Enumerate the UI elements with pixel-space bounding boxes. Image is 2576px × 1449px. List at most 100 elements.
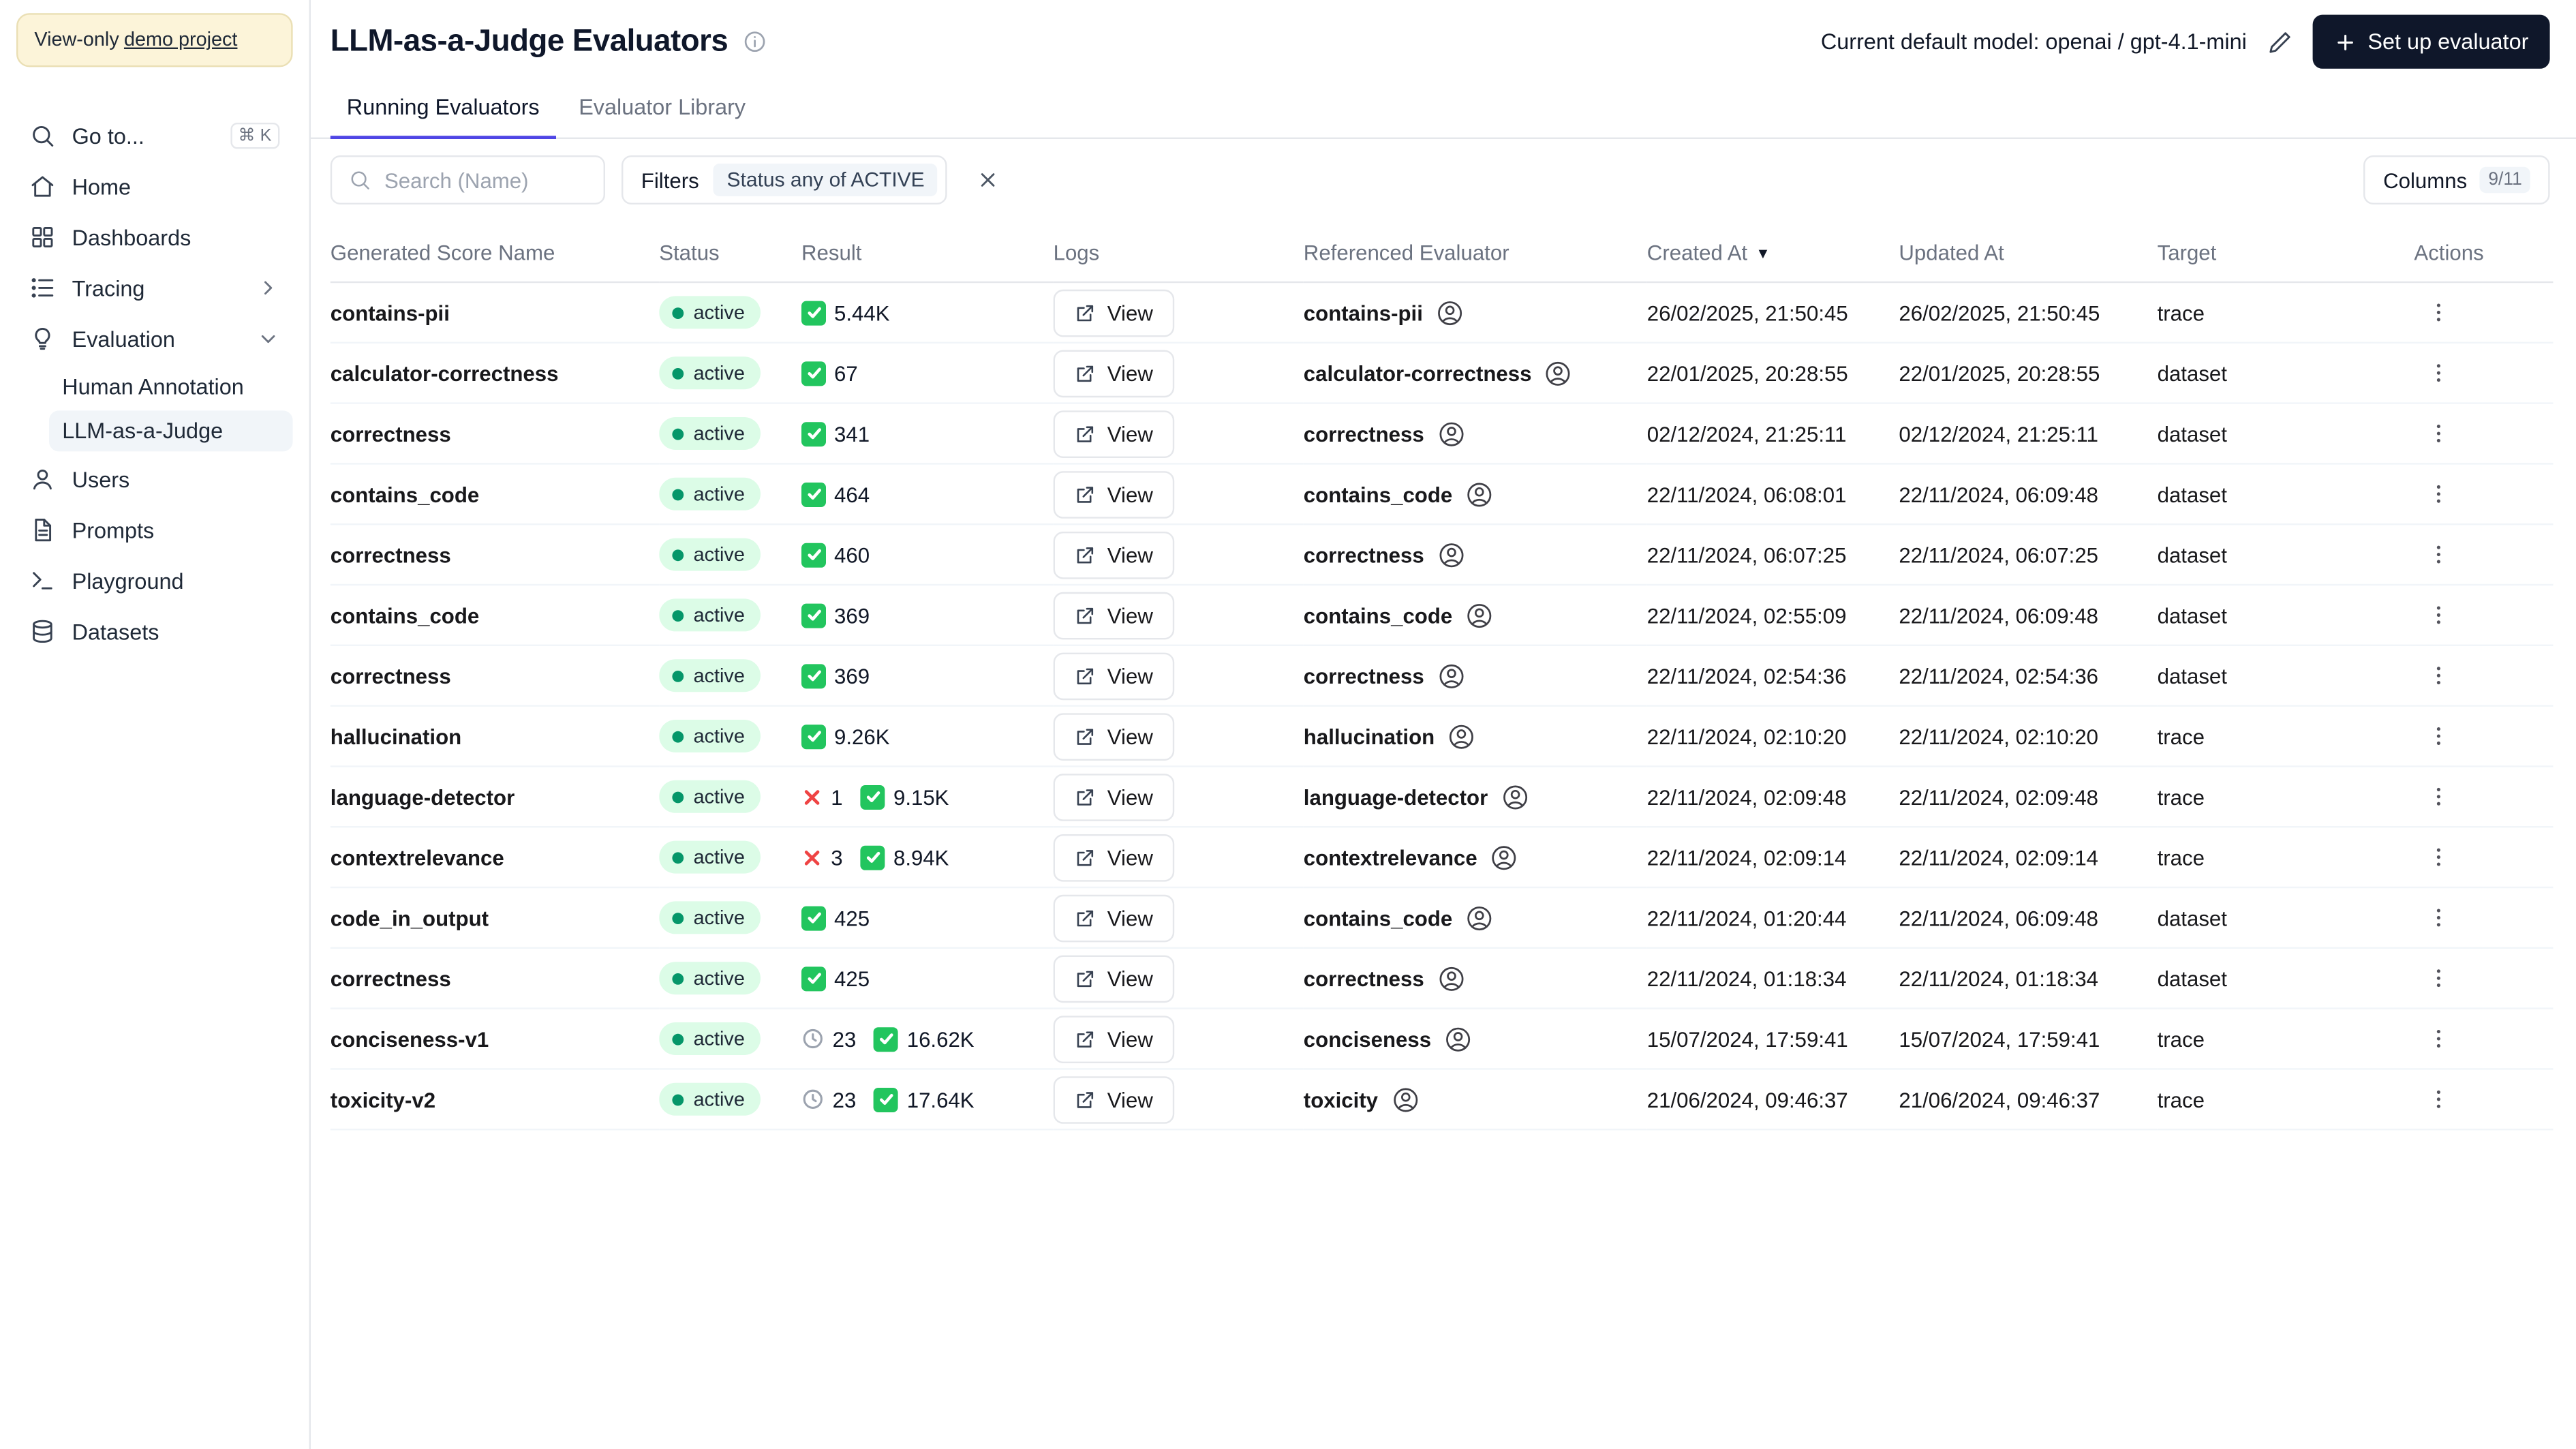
setup-evaluator-button[interactable]: Set up evaluator [2312, 14, 2550, 69]
view-logs-button[interactable]: View [1053, 712, 1175, 760]
view-logs-button[interactable]: View [1053, 410, 1175, 457]
result-pass: 9.26K [801, 724, 890, 748]
check-icon [801, 361, 826, 386]
sidebar-item-go-to[interactable]: Go to... ⌘ K [16, 113, 293, 159]
view-logs-button[interactable]: View [1053, 470, 1175, 518]
created-at: 22/01/2025, 20:28:55 [1646, 342, 1899, 404]
view-logs-button[interactable]: View [1053, 1015, 1175, 1063]
row-actions-button[interactable] [2417, 776, 2459, 818]
referenced-evaluator[interactable]: correctness [1304, 662, 1465, 690]
row-actions-button[interactable] [2417, 533, 2459, 575]
referenced-evaluator-name: calculator-correctness [1303, 361, 1532, 386]
external-link-icon [1075, 544, 1096, 565]
view-logs-button[interactable]: View [1053, 530, 1175, 579]
referenced-evaluator[interactable]: language-detector [1304, 782, 1529, 810]
column-header-result[interactable]: Result [801, 224, 1054, 284]
row-actions-button[interactable] [2417, 836, 2459, 878]
sidebar-item-playground[interactable]: Playground [16, 558, 293, 603]
row-actions-button[interactable] [2417, 1018, 2459, 1060]
view-logs-button[interactable]: View [1053, 1076, 1175, 1123]
result-count: 23 [832, 1086, 857, 1112]
search-input[interactable] [384, 168, 587, 192]
result-pass: 9.15K [860, 784, 949, 809]
sidebar-item-human-annotation[interactable]: Human Annotation [49, 367, 293, 408]
column-header-updated-at[interactable]: Updated At [1899, 224, 2158, 284]
referenced-evaluator[interactable]: conciseness [1304, 1025, 1472, 1053]
column-header-target[interactable]: Target [2157, 224, 2414, 284]
status-dot-icon [672, 912, 684, 924]
column-header-created-at[interactable]: Created At ▼ [1646, 224, 1899, 284]
referenced-evaluator[interactable]: calculator-correctness [1304, 359, 1573, 387]
clear-filters-button[interactable] [964, 155, 1013, 204]
referenced-evaluator[interactable]: toxicity [1304, 1085, 1419, 1113]
score-name: conciseness-v1 [330, 1008, 660, 1070]
kebab-icon [2425, 360, 2451, 386]
row-actions-button[interactable] [2417, 896, 2459, 939]
referenced-evaluator[interactable]: contains-pii [1304, 299, 1464, 326]
sidebar-item-users[interactable]: Users [16, 457, 293, 502]
table-row: correctness active 460 View correctness … [330, 524, 2554, 586]
column-header-logs[interactable]: Logs [1053, 224, 1304, 284]
target: dataset [2157, 524, 2414, 586]
info-icon[interactable] [743, 29, 767, 54]
columns-button[interactable]: Columns 9/11 [2363, 155, 2550, 204]
sidebar-nav: Go to... ⌘ K Home Dashboards Tracing Evaluati… [16, 113, 293, 654]
external-link-icon [1075, 907, 1096, 928]
referenced-evaluator[interactable]: correctness [1304, 964, 1465, 992]
sidebar-item-home[interactable]: Home [16, 164, 293, 209]
column-header-actions[interactable]: Actions [2414, 224, 2554, 284]
user-circle-icon [1437, 420, 1465, 448]
tab-evaluator-library[interactable]: Evaluator Library [562, 78, 762, 137]
sidebar-item-dashboards[interactable]: Dashboards [16, 214, 293, 260]
referenced-evaluator[interactable]: correctness [1304, 420, 1465, 448]
row-actions-button[interactable] [2417, 715, 2459, 757]
view-logs-button[interactable]: View [1053, 894, 1175, 942]
row-actions-button[interactable] [2417, 352, 2459, 394]
status-badge: active [659, 477, 761, 510]
referenced-evaluator[interactable]: contains_code [1304, 601, 1493, 629]
score-name: correctness [330, 645, 660, 707]
edit-model-pencil-icon[interactable] [2267, 29, 2293, 55]
status-dot-icon [672, 669, 684, 682]
status-dot-icon [672, 972, 684, 984]
sidebar-item-prompts[interactable]: Prompts [16, 507, 293, 553]
view-logs-button[interactable]: View [1053, 773, 1175, 821]
referenced-evaluator[interactable]: contains_code [1304, 480, 1493, 508]
filters-button[interactable]: Filters Status any of ACTIVE [622, 155, 948, 204]
external-link-icon [1075, 1088, 1096, 1110]
sidebar-item-evaluation[interactable]: Evaluation [16, 316, 293, 361]
sidebar-item-datasets[interactable]: Datasets [16, 609, 293, 654]
external-link-icon [1075, 968, 1096, 989]
target: dataset [2157, 403, 2414, 465]
column-header-status[interactable]: Status [659, 224, 801, 284]
check-icon [801, 542, 826, 567]
row-actions-button[interactable] [2417, 654, 2459, 697]
demo-project-link[interactable]: demo project [124, 28, 238, 51]
referenced-evaluator[interactable]: contains_code [1304, 904, 1493, 932]
result-count: 3 [831, 844, 843, 870]
sidebar-item-llm-as-a-judge[interactable]: LLM-as-a-Judge [49, 410, 293, 452]
sidebar-item-tracing[interactable]: Tracing [16, 265, 293, 311]
referenced-evaluator[interactable]: correctness [1304, 540, 1465, 568]
row-actions-button[interactable] [2417, 473, 2459, 515]
row-actions-button[interactable] [2417, 412, 2459, 455]
result-count: 17.64K [906, 1086, 975, 1112]
view-logs-button[interactable]: View [1053, 833, 1175, 881]
view-logs-button[interactable]: View [1053, 954, 1175, 1002]
column-header-referenced-evaluator[interactable]: Referenced Evaluator [1303, 224, 1647, 284]
view-logs-button[interactable]: View [1053, 591, 1175, 639]
sidebar-item-label: Users [72, 467, 130, 492]
row-actions-button[interactable] [2417, 957, 2459, 999]
row-actions-button[interactable] [2417, 291, 2459, 333]
tab-running-evaluators[interactable]: Running Evaluators [330, 78, 556, 140]
view-logs-button[interactable]: View [1053, 349, 1175, 397]
referenced-evaluator[interactable]: contextrelevance [1304, 843, 1518, 871]
kebab-icon [2425, 784, 2451, 810]
search-box [330, 155, 606, 204]
column-header-generated-score-name[interactable]: Generated Score Name [330, 224, 660, 284]
row-actions-button[interactable] [2417, 594, 2459, 636]
view-logs-button[interactable]: View [1053, 288, 1175, 337]
row-actions-button[interactable] [2417, 1078, 2459, 1120]
referenced-evaluator[interactable]: hallucination [1304, 722, 1475, 750]
view-logs-button[interactable]: View [1053, 652, 1175, 699]
